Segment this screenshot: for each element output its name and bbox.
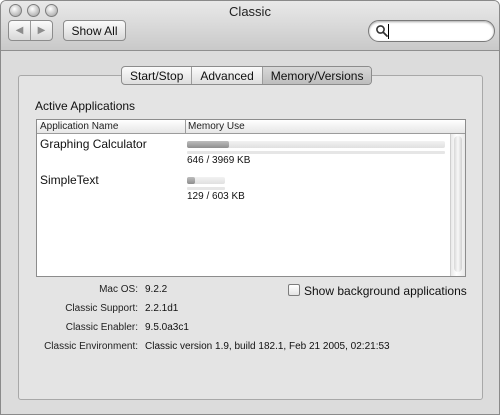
memory-use-track [187, 151, 445, 154]
mac-os-label: Mac OS: [99, 284, 138, 295]
classic-support-value: 2.2.1d1 [145, 303, 179, 314]
tab-advanced[interactable]: Advanced [191, 67, 261, 84]
back-forward-control: ◀ ▶ [8, 20, 53, 41]
toolbar: Classic ◀ ▶ Show All [1, 1, 499, 51]
list-item[interactable]: SimpleText 129 / 603 KB [37, 173, 450, 209]
show-background-applications-label[interactable]: Show background applications [304, 284, 467, 298]
list-header: Application Name Memory Use [37, 120, 465, 134]
memory-use-track [187, 187, 225, 190]
left-arrow-icon: ◀ [15, 25, 24, 36]
show-all-button[interactable]: Show All [63, 20, 126, 41]
active-applications-title: Active Applications [35, 99, 136, 113]
memory-use-bar [187, 141, 445, 148]
search-field[interactable] [368, 20, 495, 42]
window-title: Classic [229, 4, 271, 19]
memory-use-bar [187, 177, 225, 184]
classic-enabler-value: 9.5.0a3c1 [145, 322, 189, 333]
tab-bar: Start/Stop Advanced Memory/Versions [121, 66, 373, 85]
classic-preferences-window: Classic ◀ ▶ Show All Start/Stop Advanced… [0, 0, 500, 415]
memory-use-fill [187, 177, 196, 184]
column-header-memory-use[interactable]: Memory Use [188, 121, 245, 132]
memory-use-value: 646 / 3969 KB [187, 155, 251, 166]
classic-environment-value: Classic version 1.9, build 182.1, Feb 21… [145, 341, 390, 352]
search-input[interactable] [389, 23, 487, 39]
mac-os-value: 9.2.2 [145, 284, 168, 295]
application-name: SimpleText [40, 173, 99, 187]
show-background-applications-checkbox[interactable] [288, 284, 300, 296]
tab-start-stop[interactable]: Start/Stop [122, 67, 191, 84]
vertical-scrollbar[interactable] [450, 134, 465, 276]
classic-environment-label: Classic Environment: [44, 341, 138, 352]
search-icon [376, 25, 388, 37]
column-header-application-name[interactable]: Application Name [40, 121, 118, 132]
memory-use-value: 129 / 603 KB [187, 191, 245, 202]
active-applications-list[interactable]: Application Name Memory Use Graphing Cal… [36, 119, 466, 277]
tab-memory-versions[interactable]: Memory/Versions [261, 67, 372, 84]
forward-button[interactable]: ▶ [30, 21, 52, 40]
scrollbar-thumb[interactable] [454, 136, 462, 272]
back-button[interactable]: ◀ [9, 21, 30, 40]
memory-use-fill [187, 141, 230, 148]
classic-enabler-label: Classic Enabler: [65, 322, 138, 333]
application-name: Graphing Calculator [40, 137, 147, 151]
classic-support-label: Classic Support: [65, 303, 138, 314]
list-item[interactable]: Graphing Calculator 646 / 3969 KB [37, 137, 450, 173]
right-arrow-icon: ▶ [37, 25, 46, 36]
column-divider [185, 120, 186, 134]
